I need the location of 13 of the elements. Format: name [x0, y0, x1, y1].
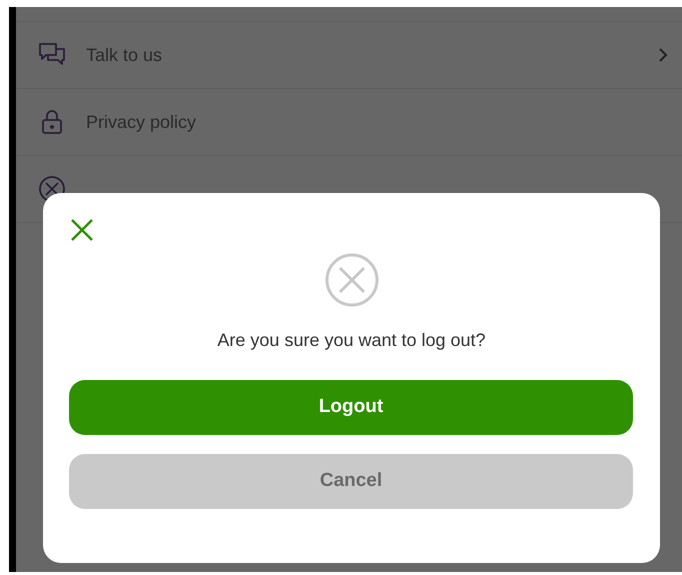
logout-button[interactable]: Logout [69, 380, 633, 435]
chevron-right-icon [658, 47, 668, 63]
chat-bubbles-icon [38, 42, 66, 68]
cancel-button[interactable]: Cancel [69, 454, 633, 509]
menu-item[interactable]: Privacy policy [16, 88, 682, 156]
menu-item[interactable]: Talk to us [16, 21, 682, 89]
menu-item-label: Privacy policy [86, 110, 196, 134]
menu-item-label: Talk to us [86, 44, 162, 66]
lock-icon [41, 109, 63, 135]
circle-x-icon [324, 253, 378, 307]
close-icon [71, 219, 93, 241]
confirm-message: Are you sure you want to log out? [216, 329, 487, 352]
close-button[interactable] [69, 217, 95, 243]
